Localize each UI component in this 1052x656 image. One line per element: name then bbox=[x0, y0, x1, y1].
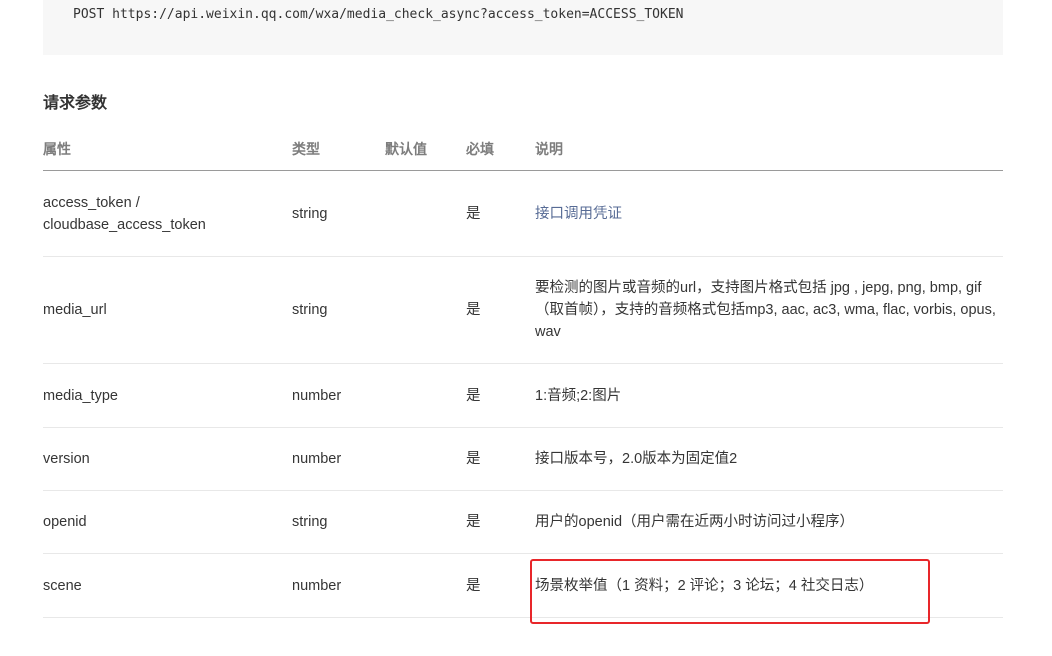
table-row: openid string 是 用户的openid（用户需在近两小时访问过小程序… bbox=[43, 490, 1003, 554]
table-row: media_url string 是 要检测的图片或音频的url，支持图片格式包… bbox=[43, 256, 1003, 364]
table-row: scene number 是 场景枚举值（1 资料；2 评论；3 论坛；4 社交… bbox=[43, 553, 1003, 618]
param-type: number bbox=[292, 363, 385, 428]
param-required: 是 bbox=[466, 256, 535, 364]
param-desc: 接口版本号，2.0版本为固定值2 bbox=[535, 427, 1003, 491]
param-type: string bbox=[292, 256, 385, 364]
param-name: openid bbox=[43, 490, 292, 554]
table-row: media_type number 是 1:音频;2:图片 bbox=[43, 363, 1003, 428]
param-type: number bbox=[292, 553, 385, 618]
header-type: 类型 bbox=[292, 128, 385, 171]
section-title: 请求参数 bbox=[43, 95, 108, 112]
param-default bbox=[385, 256, 466, 364]
header-required: 必填 bbox=[466, 128, 535, 171]
doc-page: POST https://api.weixin.qq.com/wxa/media… bbox=[0, 0, 1052, 656]
param-required: 是 bbox=[466, 363, 535, 428]
param-default bbox=[385, 427, 466, 491]
param-type: number bbox=[292, 427, 385, 491]
access-token-link[interactable]: 接口调用凭证 bbox=[535, 206, 622, 222]
param-desc-cell: 接口调用凭证 bbox=[535, 170, 1003, 257]
param-name: media_type bbox=[43, 363, 292, 428]
param-default bbox=[385, 553, 466, 618]
param-required: 是 bbox=[466, 553, 535, 618]
param-default bbox=[385, 490, 466, 554]
param-default bbox=[385, 170, 466, 257]
param-name-cell: access_token / cloudbase_access_token bbox=[43, 170, 292, 257]
param-desc: 场景枚举值（1 资料；2 评论；3 论坛；4 社交日志） bbox=[535, 553, 1003, 618]
param-desc: 要检测的图片或音频的url，支持图片格式包括 jpg , jepg, png, … bbox=[535, 256, 1003, 364]
param-default bbox=[385, 363, 466, 428]
param-name-line2: cloudbase_access_token bbox=[43, 216, 206, 233]
request-params-table: 属性 类型 默认值 必填 说明 access_token / cloudbase… bbox=[43, 128, 1003, 618]
param-type: string bbox=[292, 490, 385, 554]
param-desc: 1:音频;2:图片 bbox=[535, 363, 1003, 428]
param-required: 是 bbox=[466, 427, 535, 491]
param-name: version bbox=[43, 427, 292, 491]
header-default: 默认值 bbox=[385, 128, 466, 171]
request-url-line: POST https://api.weixin.qq.com/wxa/media… bbox=[73, 7, 684, 22]
code-block: POST https://api.weixin.qq.com/wxa/media… bbox=[43, 0, 1003, 55]
param-type: string bbox=[292, 170, 385, 257]
param-required: 是 bbox=[466, 490, 535, 554]
param-name-line1: access_token / bbox=[43, 194, 140, 211]
header-name: 属性 bbox=[43, 128, 292, 171]
param-required: 是 bbox=[466, 170, 535, 257]
param-name: scene bbox=[43, 553, 292, 618]
table-row: version number 是 接口版本号，2.0版本为固定值2 bbox=[43, 427, 1003, 491]
table-header-row: 属性 类型 默认值 必填 说明 bbox=[43, 128, 1003, 171]
param-desc: 用户的openid（用户需在近两小时访问过小程序） bbox=[535, 490, 1003, 554]
header-desc: 说明 bbox=[535, 128, 1003, 171]
param-name: media_url bbox=[43, 256, 292, 364]
table-row: access_token / cloudbase_access_token st… bbox=[43, 170, 1003, 257]
